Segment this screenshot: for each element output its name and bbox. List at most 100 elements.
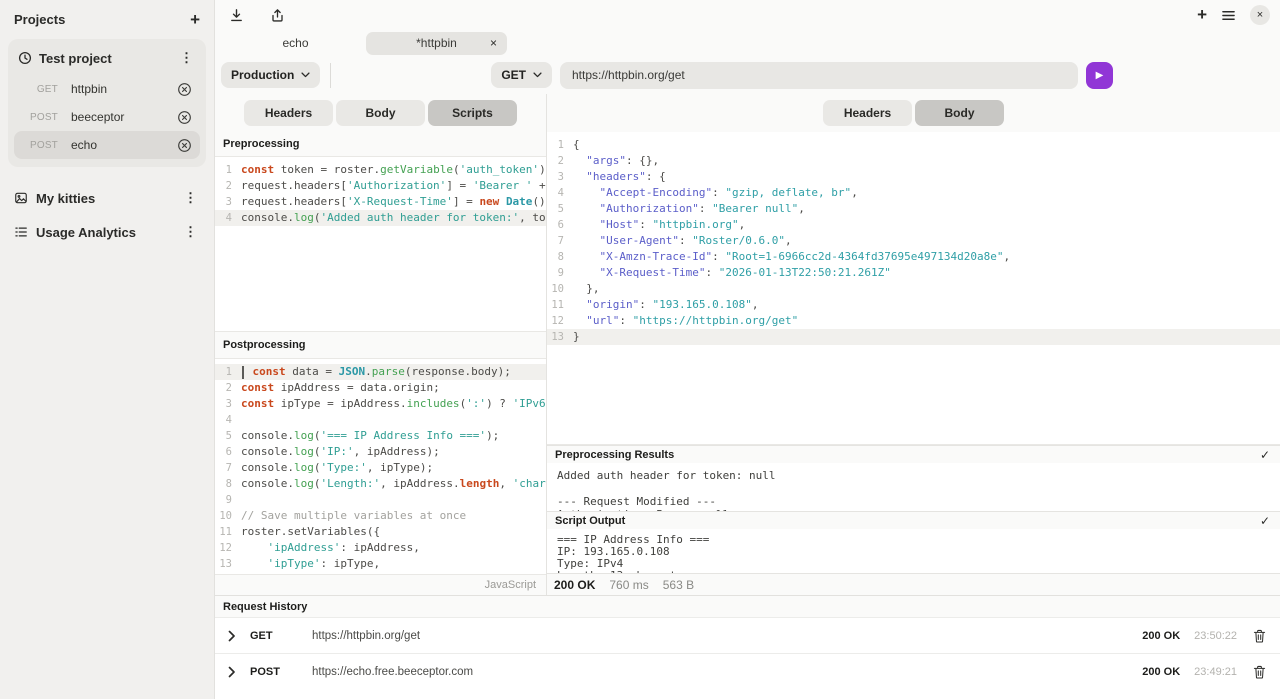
remove-request-icon[interactable]: [177, 138, 192, 153]
preprocessing-results-body: Added auth header for token: null --- Re…: [547, 463, 1280, 511]
status-time: 760 ms: [609, 578, 648, 592]
postprocessing-editor[interactable]: 1const data = JSON.parse(response.body);…: [215, 358, 546, 575]
tab-scripts[interactable]: Scripts: [428, 100, 517, 126]
line-number: 10: [547, 281, 573, 297]
line-number: 12: [215, 540, 241, 556]
environment-dropdown[interactable]: Production: [221, 62, 320, 88]
remove-request-icon[interactable]: [177, 110, 192, 125]
sidebar-request-echo[interactable]: POSTecho: [14, 131, 200, 159]
url-input[interactable]: [560, 62, 1078, 89]
code-line: 1const token = roster.getVariable('auth_…: [215, 162, 546, 178]
code-line: 9: [215, 492, 546, 508]
close-window-icon[interactable]: ×: [1250, 5, 1270, 25]
code-line: 10// Save multiple variables at once: [215, 508, 546, 524]
add-project-icon[interactable]: +: [190, 13, 200, 27]
preprocessing-results-text: Added auth header for token: null --- Re…: [547, 463, 1280, 511]
sidebar-header: Projects +: [8, 8, 206, 39]
tab-echo[interactable]: echo: [225, 32, 366, 55]
sidebar-section-label: Usage Analytics: [36, 225, 173, 240]
code-line: 11roster.setVariables({: [215, 524, 546, 540]
sidebar-item-my-kitties[interactable]: My kitties ⋮: [8, 181, 206, 215]
code-line: 8 "X-Amzn-Trace-Id": "Root=1-6966cc2d-43…: [547, 249, 1280, 265]
sidebar-section-label: My kitties: [36, 191, 173, 206]
code-line: 4 "Accept-Encoding": "gzip, deflate, br"…: [547, 185, 1280, 201]
code-line: 4console.log('Added auth header for toke…: [215, 210, 546, 226]
usage-analytics-menu-icon[interactable]: ⋮: [181, 224, 200, 240]
tab-label: *httpbin: [416, 36, 457, 50]
line-number: 9: [215, 492, 241, 508]
tab-response-headers[interactable]: Headers: [823, 100, 912, 126]
tab-label: echo: [282, 36, 308, 50]
line-number: 11: [215, 524, 241, 540]
line-number: 7: [215, 460, 241, 476]
code-line: 2request.headers['Authorization'] = 'Bea…: [215, 178, 546, 194]
history-url: https://echo.free.beeceptor.com: [312, 666, 1142, 678]
script-output-text: === IP Address Info === IP: 193.165.0.10…: [547, 529, 1280, 573]
trash-icon[interactable]: [1253, 665, 1266, 679]
response-body-editor[interactable]: 1{2 "args": {},3 "headers": {4 "Accept-E…: [547, 132, 1280, 445]
send-button[interactable]: ▶: [1086, 62, 1113, 89]
history-method: GET: [250, 630, 292, 642]
line-number: 3: [215, 194, 241, 210]
sidebar-request-beeceptor[interactable]: POSTbeeceptor: [14, 103, 200, 131]
sidebar-item-usage-analytics[interactable]: Usage Analytics ⋮: [8, 215, 206, 249]
export-share-icon[interactable]: [270, 8, 285, 23]
my-kitties-menu-icon[interactable]: ⋮: [181, 190, 200, 206]
divider: [330, 63, 331, 88]
request-name-label: echo: [71, 138, 177, 152]
status-code: 200 OK: [554, 578, 595, 592]
line-number: 4: [215, 412, 241, 428]
import-icon[interactable]: [229, 8, 244, 23]
code-line: 1const data = JSON.parse(response.body);: [215, 364, 546, 380]
check-icon: ✓: [1260, 448, 1270, 462]
line-number: 3: [215, 396, 241, 412]
list-icon: [14, 225, 28, 239]
line-number: 1: [215, 364, 241, 380]
history-row[interactable]: GEThttps://httpbin.org/get200 OK23:50:22: [215, 617, 1280, 653]
topbar: + ×: [215, 0, 1280, 30]
history-status: 200 OK: [1142, 630, 1180, 642]
line-number: 10: [215, 508, 241, 524]
code-line: 5 "Authorization": "Bearer null",: [547, 201, 1280, 217]
history-status: 200 OK: [1142, 666, 1180, 678]
request-name-label: httpbin: [71, 82, 177, 96]
line-number: 6: [547, 217, 573, 233]
project-group: Test project ⋮ GEThttpbinPOSTbeeceptorPO…: [8, 39, 206, 167]
sidebar-request-httpbin[interactable]: GEThttpbin: [14, 75, 200, 103]
history-method: POST: [250, 666, 292, 678]
code-line: 6 "Host": "httpbin.org",: [547, 217, 1280, 233]
chevron-right-icon[interactable]: [227, 630, 237, 642]
line-number: 3: [547, 169, 573, 185]
menu-icon[interactable]: [1221, 9, 1236, 22]
code-line: 1{: [547, 137, 1280, 153]
line-number: 12: [547, 313, 573, 329]
code-line: 3 "headers": {: [547, 169, 1280, 185]
history-row[interactable]: POST https://echo.free.beeceptor.com200 O…: [215, 653, 1280, 689]
chevron-right-icon[interactable]: [227, 666, 237, 678]
tab-headers[interactable]: Headers: [244, 100, 333, 126]
method-label: GET: [501, 68, 526, 82]
trash-icon[interactable]: [1253, 629, 1266, 643]
tab-body[interactable]: Body: [336, 100, 425, 126]
line-number: 5: [547, 201, 573, 217]
check-icon: ✓: [1260, 514, 1270, 528]
project-menu-icon[interactable]: ⋮: [177, 50, 196, 66]
sidebar: Projects + Test project ⋮ GEThttpbinPOST…: [0, 0, 215, 699]
close-tab-icon[interactable]: ×: [490, 38, 497, 48]
tab-response-body[interactable]: Body: [915, 100, 1004, 126]
history-time: 23:50:22: [1194, 630, 1237, 642]
code-line: 7 "User-Agent": "Roster/0.6.0",: [547, 233, 1280, 249]
history-title: Request History: [215, 596, 1280, 617]
image-icon: [14, 191, 28, 205]
project-header[interactable]: Test project ⋮: [14, 45, 200, 75]
line-number: 9: [547, 265, 573, 281]
tab-httpbin[interactable]: *httpbin ×: [366, 32, 507, 55]
code-line: 6console.log('IP:', ipAddress);: [215, 444, 546, 460]
new-tab-icon[interactable]: +: [1197, 8, 1207, 22]
request-panel-tabs: Headers Body Scripts: [215, 94, 546, 132]
code-line: 10 },: [547, 281, 1280, 297]
method-dropdown[interactable]: GET: [491, 62, 552, 88]
preprocessing-editor[interactable]: 1const token = roster.getVariable('auth_…: [215, 156, 546, 332]
code-line: 13 'ipType': ipType,: [215, 556, 546, 572]
remove-request-icon[interactable]: [177, 82, 192, 97]
